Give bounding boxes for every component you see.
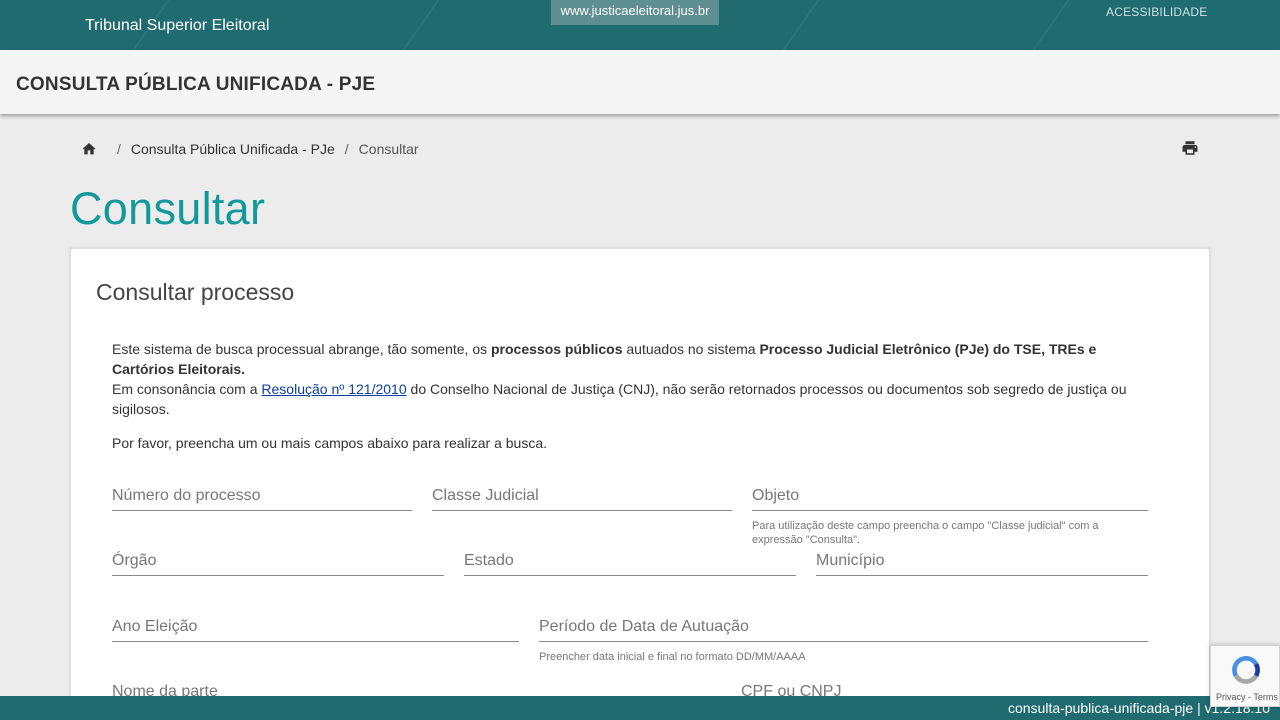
decorative-streak [1024, 0, 1078, 50]
municipio-label: Município [816, 552, 885, 569]
estado-label: Estado [464, 552, 514, 569]
top-bar: Tribunal Superior Eleitoral www.justicae… [0, 0, 1280, 50]
intro-text-span: Este sistema de busca processual abrange… [112, 341, 491, 357]
intro-text: Este sistema de busca processual abrange… [112, 339, 1152, 453]
classe-judicial-label: Classe Judicial [432, 487, 539, 504]
print-icon[interactable] [1181, 139, 1199, 157]
classe-judicial-field[interactable]: Classe Judicial [432, 487, 732, 511]
app-title: CONSULTA PÚBLICA UNIFICADA - PJE [16, 74, 376, 95]
decorative-streak [774, 0, 828, 50]
recaptcha-badge[interactable]: Privacy - Terms [1210, 645, 1280, 707]
orgao-label: Órgão [112, 552, 157, 569]
footer-bar: consulta-publica-unificada-pje | v1.2.18… [0, 696, 1280, 720]
ano-eleicao-label: Ano Eleição [112, 618, 198, 635]
breadcrumb-item-current: Consultar [358, 141, 419, 157]
periodo-autuacao-label: Período de Data de Autuação [539, 618, 749, 635]
breadcrumb-separator: / [344, 141, 349, 157]
periodo-hint: Preencher data inicial e final no format… [539, 651, 806, 663]
objeto-hint: Para utilização deste campo preencha o c… [752, 520, 1099, 546]
municipio-field[interactable]: Município [816, 552, 1148, 576]
breadcrumb-item-consulta-publica[interactable]: Consulta Pública Unificada - PJe [131, 141, 335, 157]
numero-processo-field[interactable]: Número do processo [112, 487, 412, 511]
estado-field[interactable]: Estado [464, 552, 796, 576]
recaptcha-icon [1232, 656, 1260, 684]
ano-eleicao-field[interactable]: Ano Eleição [112, 618, 519, 642]
accessibility-link[interactable]: ACESSIBILIDADE [1106, 5, 1208, 19]
page-title: Consultar [70, 183, 266, 234]
home-icon[interactable] [81, 141, 97, 157]
breadcrumb-separator: / [117, 141, 121, 157]
org-name[interactable]: Tribunal Superior Eleitoral [85, 17, 269, 35]
periodo-autuacao-field[interactable]: Período de Data de Autuação [539, 618, 1148, 642]
site-link[interactable]: www.justicaeleitoral.jus.br [551, 0, 719, 25]
objeto-label: Objeto [752, 487, 800, 504]
recaptcha-terms[interactable]: Privacy - Terms [1216, 692, 1278, 702]
intro-text-span: Em consonância com a [112, 381, 262, 397]
app-header: CONSULTA PÚBLICA UNIFICADA - PJE [0, 50, 1280, 114]
numero-processo-label: Número do processo [112, 487, 261, 504]
intro-bold: processos públicos [491, 341, 623, 357]
search-card: Consultar processo Este sistema de busca… [70, 248, 1210, 720]
decorative-streak [394, 0, 448, 50]
intro-paragraph-1: Este sistema de busca processual abrange… [112, 339, 1152, 419]
orgao-field[interactable]: Órgão [112, 552, 444, 576]
intro-paragraph-2: Por favor, preencha um ou mais campos ab… [112, 435, 548, 451]
card-heading: Consultar processo [96, 279, 295, 305]
breadcrumb: / Consulta Pública Unificada - PJe / Con… [81, 140, 419, 158]
intro-text-span: autuados no sistema [622, 341, 760, 357]
resolution-link[interactable]: Resolução nº 121/2010 [261, 381, 406, 397]
objeto-field[interactable]: Objeto [752, 487, 1148, 511]
